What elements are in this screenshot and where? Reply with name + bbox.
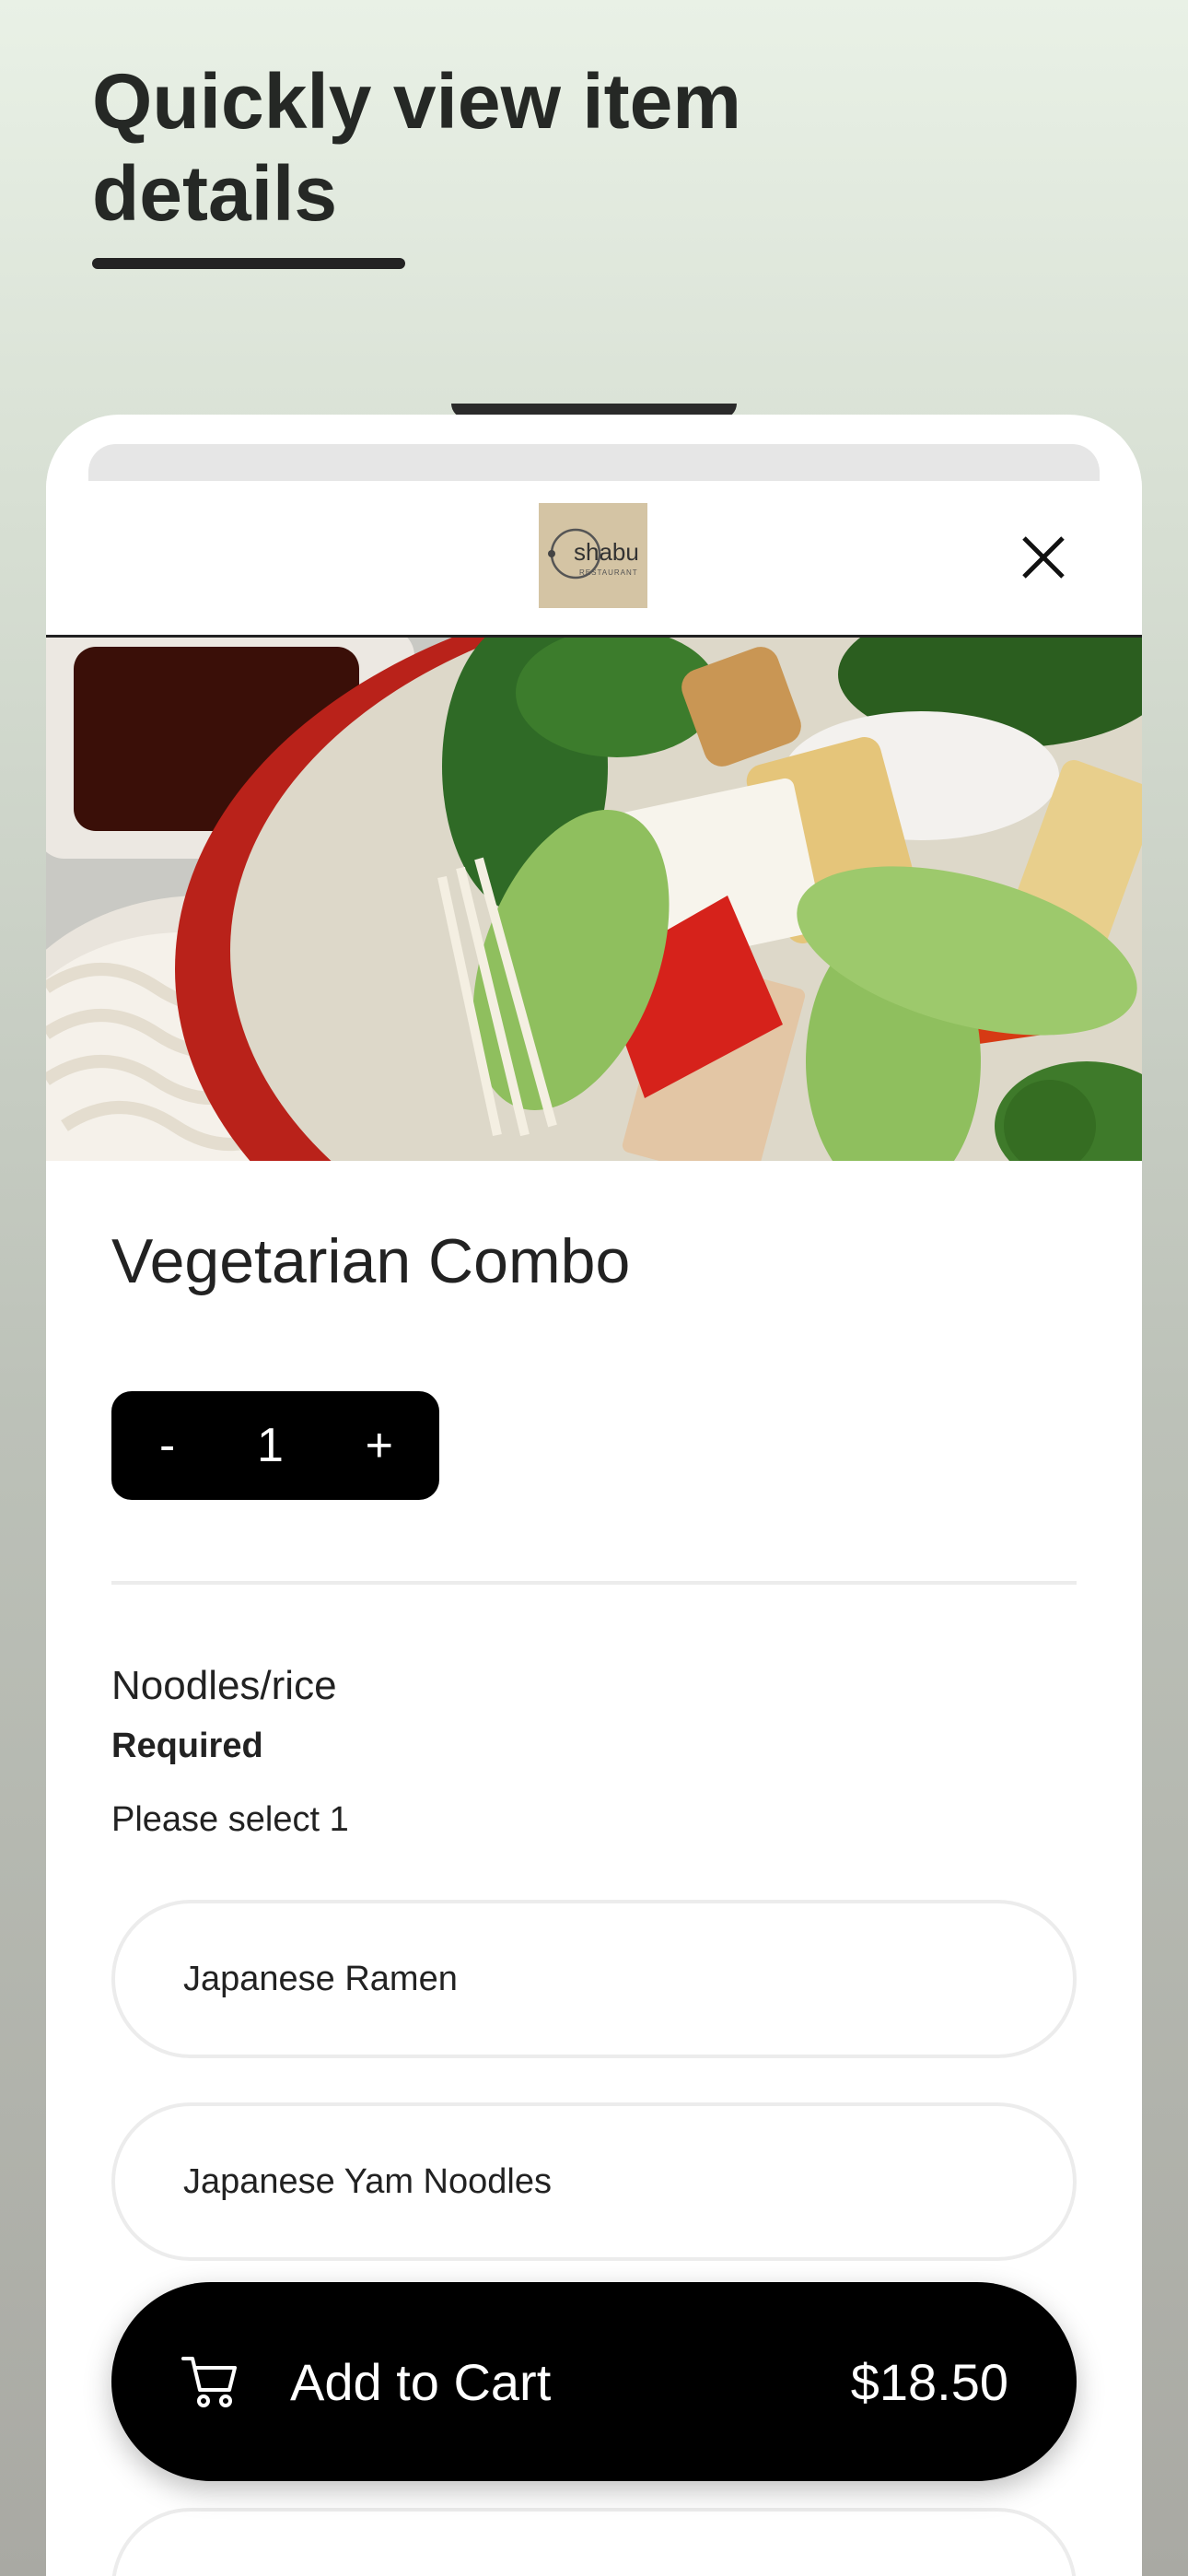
close-icon (1022, 536, 1065, 579)
option-group-title: Noodles/rice (111, 1663, 337, 1708)
required-label: Required (111, 1727, 263, 1765)
option-partial[interactable] (111, 2508, 1077, 2576)
quantity-value: 1 (257, 1419, 284, 1472)
sheet-stack-edge (88, 444, 1100, 481)
option-japanese-yam-noodles[interactable]: Japanese Yam Noodles (111, 2102, 1077, 2261)
cart-price: $18.50 (850, 2352, 1008, 2411)
shabu-logo-icon: shabu RESTAURANT (548, 528, 639, 580)
add-to-cart-button[interactable]: Add to Cart $18.50 (111, 2282, 1077, 2481)
vegetarian-combo-photo (46, 638, 1142, 1161)
add-to-cart-label: Add to Cart (290, 2352, 552, 2411)
restaurant-logo: shabu RESTAURANT (539, 503, 647, 608)
promo-headline: Quickly view item details (92, 58, 741, 237)
option-japanese-ramen[interactable]: Japanese Ramen (111, 1900, 1077, 2058)
svg-text:RESTAURANT: RESTAURANT (579, 568, 638, 577)
headline-underline (92, 258, 405, 269)
modal-header: shabu RESTAURANT (46, 481, 1142, 638)
close-button[interactable] (1013, 527, 1074, 588)
option-group-hint: Please select 1 (111, 1800, 349, 1839)
item-photo (46, 638, 1142, 1161)
decrement-button[interactable]: - (159, 1418, 175, 1473)
svg-text:shabu: shabu (574, 538, 639, 566)
section-divider (111, 1581, 1077, 1585)
quantity-stepper[interactable]: - 1 + (111, 1391, 439, 1500)
item-title: Vegetarian Combo (111, 1226, 631, 1296)
cart-icon (181, 2357, 237, 2407)
phone-frame: shabu RESTAURANT Vegetarian Combo - 1 + … (46, 415, 1142, 2576)
increment-button[interactable]: + (366, 1418, 393, 1473)
